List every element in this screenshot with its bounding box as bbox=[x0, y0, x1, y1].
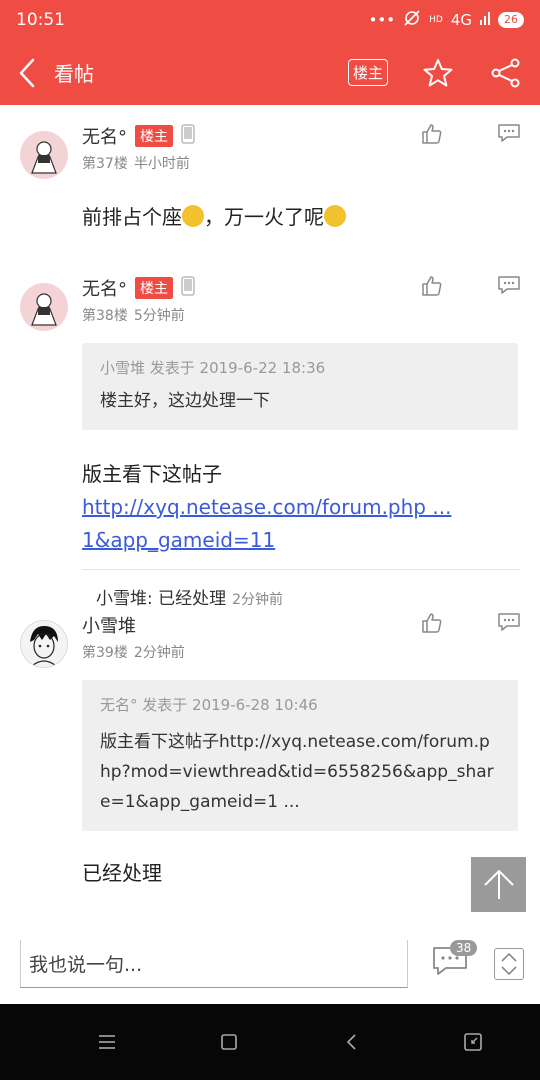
op-badge: 楼主 bbox=[135, 125, 173, 147]
quoted-post[interactable]: 小雪堆 发表于 2019-6-22 18:36 楼主好，这边处理一下 bbox=[82, 343, 518, 430]
hd-icon: HD bbox=[429, 15, 443, 25]
floor-number: 第37楼 bbox=[82, 156, 128, 172]
sub-reply[interactable]: 小雪堆: 已经处理 2分钟前 bbox=[82, 569, 520, 609]
comment-icon[interactable] bbox=[498, 123, 520, 149]
avatar[interactable] bbox=[20, 131, 68, 179]
network-type: 4G bbox=[450, 11, 472, 29]
back-icon[interactable] bbox=[0, 40, 54, 105]
back-nav-icon[interactable] bbox=[336, 1027, 366, 1057]
recent-icon[interactable] bbox=[458, 1027, 488, 1057]
post-actions bbox=[421, 612, 520, 638]
quote-body: 版主看下这帖子http://xyq.netease.com/forum.php?… bbox=[100, 732, 494, 812]
post-body: 版主看下这帖子 http://xyq.netease.com/forum.php … bbox=[82, 458, 520, 557]
quoted-post[interactable]: 无名° 发表于 2019-6-28 10:46 版主看下这帖子http://xy… bbox=[82, 680, 518, 831]
post-time: 半小时前 bbox=[133, 156, 190, 172]
mobile-icon bbox=[181, 124, 195, 148]
quote-header: 小雪堆 发表于 2019-6-22 18:36 bbox=[100, 359, 326, 377]
app-bar: 看帖 楼主 bbox=[0, 40, 540, 105]
post-link[interactable]: http://xyq.netease.com/forum.php ... 1&a… bbox=[82, 495, 451, 552]
status-icons: ••• HD 4G 26 bbox=[369, 9, 524, 31]
floor-number: 第38楼 bbox=[82, 308, 128, 324]
mute-alarm-icon bbox=[403, 9, 421, 31]
author-name[interactable]: 无名° bbox=[82, 275, 127, 301]
quote-body: 楼主好，这边处理一下 bbox=[100, 391, 270, 411]
laughing-emoji-icon bbox=[324, 205, 346, 227]
thumbs-up-icon[interactable] bbox=[421, 275, 443, 301]
post-body: 已经处理 bbox=[82, 861, 162, 885]
quote-header: 无名° 发表于 2019-6-28 10:46 bbox=[100, 696, 318, 714]
comment-icon[interactable] bbox=[498, 612, 520, 638]
post-meta: 第39楼 2分钟前 bbox=[82, 642, 520, 662]
post-meta: 第38楼 5分钟前 bbox=[82, 305, 520, 325]
reply-time: 2分钟前 bbox=[232, 592, 284, 608]
scroll-to-top-button[interactable] bbox=[471, 857, 526, 912]
reply-separator: : bbox=[147, 589, 159, 609]
star-icon[interactable] bbox=[420, 55, 456, 91]
post-meta: 第37楼 半小时前 bbox=[82, 153, 520, 173]
thumbs-up-icon[interactable] bbox=[421, 612, 443, 638]
post-floor-38: 无名° 楼主 第38楼 5分钟前 小雪堆 发表于 2019-6-22 18:36 … bbox=[0, 275, 540, 609]
post-text: 版主看下这帖子 bbox=[82, 462, 222, 486]
avatar[interactable] bbox=[20, 620, 68, 668]
post-floor-39: 小雪堆 第39楼 2分钟前 无名° 发表于 2019-6-28 10:46 版主看… bbox=[0, 612, 540, 890]
comment-count-badge: 38 bbox=[450, 940, 478, 956]
thumbs-up-icon[interactable] bbox=[421, 123, 443, 149]
battery-icon: 26 bbox=[498, 12, 524, 28]
status-bar: 10:51 ••• HD 4G 26 bbox=[0, 0, 540, 40]
post-body: 前排占个座 ，万一火了呢 bbox=[82, 201, 520, 234]
reply-composer: 我也说一句... 38 bbox=[0, 930, 540, 1004]
floor-number: 第39楼 bbox=[82, 645, 128, 661]
author-name[interactable]: 小雪堆 bbox=[82, 612, 136, 638]
reply-author[interactable]: 小雪堆 bbox=[96, 589, 147, 609]
status-time: 10:51 bbox=[16, 10, 65, 30]
post-time: 2分钟前 bbox=[133, 645, 185, 661]
floor-jump-button[interactable] bbox=[494, 948, 524, 980]
post-time: 5分钟前 bbox=[133, 308, 185, 324]
post-actions bbox=[421, 123, 520, 149]
reply-input[interactable]: 我也说一句... bbox=[20, 940, 408, 988]
reply-text: 已经处理 bbox=[158, 589, 227, 609]
author-name[interactable]: 无名° bbox=[82, 123, 127, 149]
thinking-emoji-icon bbox=[182, 205, 204, 227]
dots-icon: ••• bbox=[368, 11, 396, 29]
thread-content[interactable]: 无名° 楼主 第37楼 半小时前 前排占个座 ，万一火了呢 无名° 楼主 第38… bbox=[0, 105, 540, 930]
menu-icon[interactable] bbox=[92, 1027, 122, 1057]
post-text: ，万一火了呢 bbox=[204, 205, 324, 229]
comment-icon[interactable] bbox=[498, 275, 520, 301]
post-actions bbox=[421, 275, 520, 301]
share-icon[interactable] bbox=[488, 55, 524, 91]
signal-icon bbox=[480, 11, 490, 29]
home-icon[interactable] bbox=[214, 1027, 244, 1057]
only-op-button[interactable]: 楼主 bbox=[347, 59, 388, 86]
post-floor-37: 无名° 楼主 第37楼 半小时前 前排占个座 ，万一火了呢 bbox=[0, 123, 540, 234]
system-nav-bar bbox=[0, 1004, 540, 1080]
avatar[interactable] bbox=[20, 283, 68, 331]
op-badge: 楼主 bbox=[135, 277, 173, 299]
mobile-icon bbox=[181, 276, 195, 300]
post-text: 前排占个座 bbox=[82, 205, 182, 229]
page-title: 看帖 bbox=[54, 62, 94, 86]
